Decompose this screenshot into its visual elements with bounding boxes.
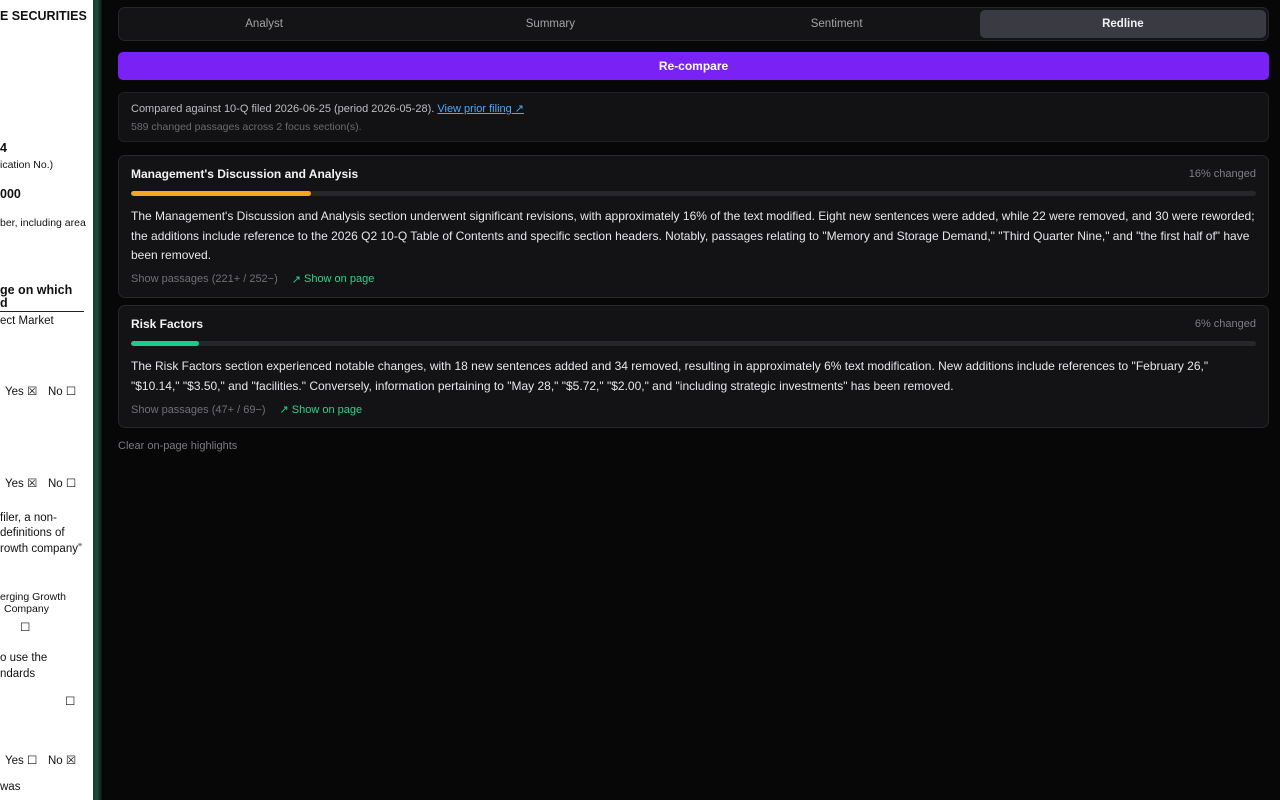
comparison-info-box: Compared against 10-Q filed 2026-06-25 (… bbox=[118, 92, 1269, 142]
section-header: Management's Discussion and Analysis 16%… bbox=[131, 167, 1256, 181]
doc-line: ber, including area bbox=[0, 217, 86, 229]
view-prior-filing-link[interactable]: View prior filing ↗ bbox=[437, 103, 524, 115]
doc-checkbox: ☐ bbox=[65, 696, 76, 708]
section-title: Management's Discussion and Analysis bbox=[131, 167, 359, 181]
change-progress-fill bbox=[131, 191, 311, 196]
section-changed-percent: 16% changed bbox=[1188, 168, 1256, 180]
doc-line: ndards bbox=[0, 668, 36, 680]
changed-passages-summary: 589 changed passages across 2 focus sect… bbox=[131, 121, 362, 133]
show-passages-toggle[interactable]: Show passages (47+ / 69−) bbox=[131, 404, 266, 416]
comparison-line: Compared against 10-Q filed 2026-06-25 (… bbox=[131, 101, 1256, 117]
doc-line: filer, a non- bbox=[0, 512, 57, 524]
doc-line: ect Market bbox=[0, 315, 54, 327]
filing-document-strip: E SECURITIES 4 ication No.) 000 ber, inc… bbox=[0, 0, 93, 800]
doc-line: definitions of bbox=[0, 527, 65, 539]
change-progress-bar bbox=[131, 341, 1256, 346]
doc-line: o use the bbox=[0, 652, 48, 664]
doc-checkbox-line: No ☐ bbox=[48, 386, 77, 398]
section-card-risk-factors: Risk Factors 6% changed The Risk Factors… bbox=[118, 305, 1269, 428]
doc-line: 000 bbox=[0, 187, 21, 201]
show-on-page-link[interactable]: ↗ Show on page bbox=[279, 403, 363, 417]
section-actions: Show passages (47+ / 69−) ↗ Show on page bbox=[131, 403, 1256, 417]
show-on-page-label: Show on page bbox=[291, 403, 363, 416]
section-header: Risk Factors 6% changed bbox=[131, 317, 1256, 331]
change-progress-bar bbox=[131, 191, 1256, 196]
arrow-up-right-icon: ↗ bbox=[291, 273, 301, 286]
doc-line: 4 bbox=[0, 141, 7, 155]
comparison-text: Compared against 10-Q filed 2026-06-25 (… bbox=[131, 103, 435, 115]
section-changed-percent: 6% changed bbox=[1194, 318, 1256, 330]
doc-checkbox: ☐ bbox=[20, 622, 31, 634]
doc-line: ge on which bbox=[0, 283, 73, 297]
arrow-up-right-icon: ↗ bbox=[279, 404, 289, 416]
doc-checkbox-line: No ☒ bbox=[48, 755, 77, 767]
doc-checkbox-line: No ☐ bbox=[48, 478, 77, 490]
doc-line: Company bbox=[4, 603, 49, 615]
show-passages-toggle[interactable]: Show passages (221+ / 252−) bbox=[131, 273, 278, 285]
section-summary: The Management's Discussion and Analysis… bbox=[131, 209, 1255, 262]
tab-sentiment[interactable]: Sentiment bbox=[694, 10, 980, 38]
panel-resize-divider[interactable] bbox=[93, 0, 102, 800]
doc-rule bbox=[0, 311, 84, 312]
show-on-page-label: Show on page bbox=[303, 273, 375, 285]
re-compare-button[interactable]: Re-compare bbox=[118, 52, 1269, 80]
doc-line: was bbox=[0, 781, 21, 793]
change-progress-fill bbox=[131, 341, 199, 346]
analysis-panel: Analyst Summary Sentiment Redline Re-com… bbox=[102, 0, 1280, 800]
section-actions: Show passages (221+ / 252−) ↗ Show on pa… bbox=[131, 273, 1256, 286]
tab-summary[interactable]: Summary bbox=[407, 10, 693, 38]
doc-line: rowth company” bbox=[0, 543, 82, 555]
section-title: Risk Factors bbox=[131, 317, 204, 331]
doc-line: ication No.) bbox=[0, 159, 54, 171]
tab-analyst[interactable]: Analyst bbox=[121, 10, 407, 38]
section-card-mdna: Management's Discussion and Analysis 16%… bbox=[118, 155, 1269, 298]
show-on-page-link[interactable]: ↗ Show on page bbox=[292, 273, 375, 286]
section-summary: The Risk Factors section experienced not… bbox=[131, 359, 1209, 393]
doc-checkbox-line: Yes ☒ bbox=[5, 478, 38, 490]
clear-highlights-link[interactable]: Clear on-page highlights bbox=[118, 440, 237, 452]
doc-checkbox-line: Yes ☐ bbox=[5, 755, 38, 767]
doc-line: d bbox=[0, 296, 8, 310]
tab-bar: Analyst Summary Sentiment Redline bbox=[118, 7, 1269, 41]
doc-line: E SECURITIES bbox=[0, 9, 87, 23]
doc-line: erging Growth bbox=[0, 591, 66, 603]
doc-checkbox-line: Yes ☒ bbox=[5, 386, 38, 398]
tab-redline[interactable]: Redline bbox=[979, 10, 1266, 38]
